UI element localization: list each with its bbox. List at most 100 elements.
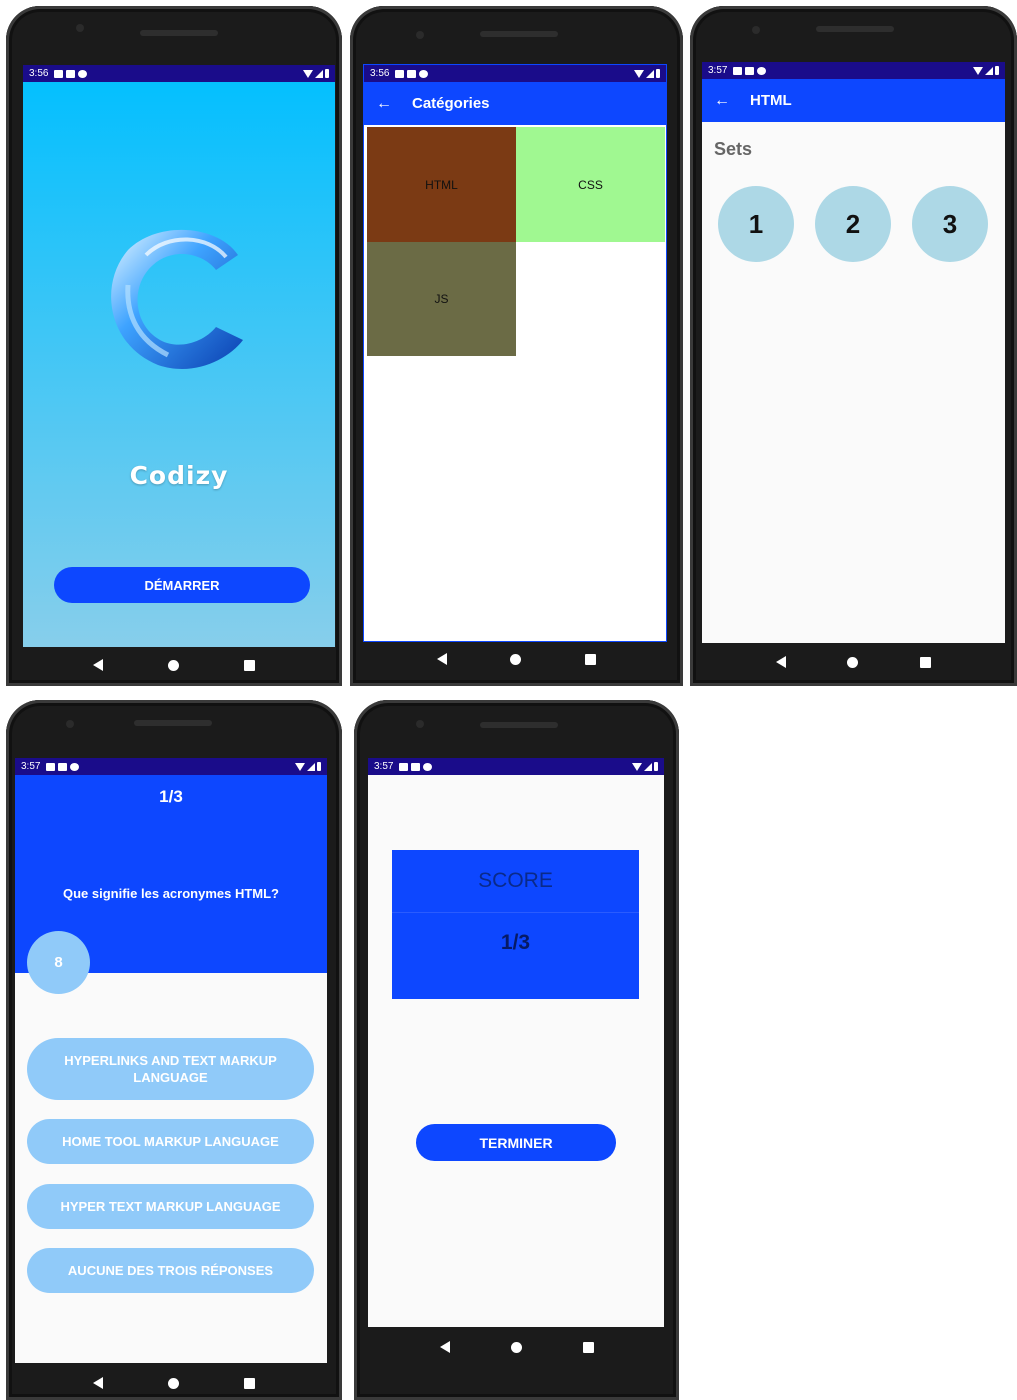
phone-sets: 3:57 ← HTML Sets 1 2 3 — [690, 6, 1017, 686]
status-time: 3:57 — [374, 761, 394, 772]
phone-categories: 3:56 ← Catégories HTML CSS JS — [350, 6, 683, 686]
set-button-1[interactable]: 1 — [718, 186, 794, 262]
triangle-back-icon[interactable] — [93, 1377, 104, 1389]
notification-icon — [78, 69, 88, 78]
answer-button-4[interactable]: AUCUNE DES TROIS RÉPONSES — [27, 1248, 314, 1293]
battery-icon — [325, 69, 329, 78]
circle-home-icon[interactable] — [167, 1377, 179, 1389]
square-recent-icon[interactable] — [582, 1341, 594, 1353]
square-recent-icon[interactable] — [920, 656, 932, 668]
signal-icon — [646, 69, 654, 78]
circle-home-icon[interactable] — [847, 656, 859, 668]
answer-button-2[interactable]: HOME TOOL MARKUP LANGUAGE — [27, 1119, 314, 1164]
system-nav-bar — [6, 1372, 342, 1394]
system-nav-bar — [350, 648, 683, 670]
question-text: Que signifie les acronymes HTML? — [63, 886, 279, 901]
system-nav-bar — [690, 651, 1017, 673]
triangle-back-icon[interactable] — [93, 659, 104, 671]
question-progress: 1/3 — [159, 787, 183, 806]
notification-icon — [419, 69, 429, 78]
notification-icon — [70, 762, 80, 771]
arrow-left-icon[interactable]: ← — [714, 92, 730, 110]
wifi-icon — [634, 69, 644, 78]
arrow-left-icon[interactable]: ← — [376, 95, 392, 113]
battery-icon — [995, 66, 999, 75]
start-button[interactable]: DÉMARRER — [54, 567, 310, 603]
square-recent-icon[interactable] — [243, 1377, 255, 1389]
status-time: 3:56 — [370, 68, 390, 79]
status-bar: 3:56 — [364, 65, 666, 82]
speaker-grille — [140, 30, 218, 36]
phone-splash: 3:56 Codizy DÉMARRER — [6, 6, 342, 686]
wifi-icon — [295, 762, 305, 771]
categories-screen: 3:56 ← Catégories HTML CSS JS — [363, 64, 667, 642]
status-indicators — [295, 762, 321, 771]
category-tile-html[interactable]: HTML — [367, 127, 516, 242]
triangle-back-icon[interactable] — [439, 1341, 450, 1353]
status-bar: 3:57 — [15, 758, 327, 775]
status-time: 3:57 — [708, 65, 728, 76]
status-indicators — [634, 69, 660, 78]
front-camera — [76, 24, 84, 32]
wifi-icon — [973, 66, 983, 75]
phone-question: 3:57 1/3 Que signifie les acronymes HTML… — [6, 700, 342, 1400]
score-screen: 3:57 SCORE 1/3 TERMINER — [368, 758, 664, 1327]
category-tile-js[interactable]: JS — [367, 242, 516, 356]
status-bar: 3:56 — [23, 65, 335, 82]
triangle-back-icon[interactable] — [436, 653, 447, 665]
square-recent-icon[interactable] — [243, 659, 255, 671]
status-indicators — [973, 66, 999, 75]
codizy-logo — [111, 229, 243, 369]
circle-home-icon[interactable] — [510, 1341, 522, 1353]
score-card: SCORE 1/3 — [392, 850, 639, 999]
front-camera — [66, 720, 74, 728]
triangle-back-icon[interactable] — [775, 656, 786, 668]
system-nav-bar — [354, 1336, 679, 1358]
set-number: 2 — [845, 208, 861, 239]
status-time: 3:57 — [21, 761, 41, 772]
finish-button[interactable]: TERMINER — [416, 1124, 616, 1161]
speaker-grille — [816, 26, 894, 32]
signal-icon — [985, 66, 993, 75]
speaker-grille — [480, 722, 558, 728]
system-nav-bar — [6, 654, 342, 676]
circle-home-icon[interactable] — [510, 653, 522, 665]
set-button-2[interactable]: 2 — [815, 186, 891, 262]
square-recent-icon[interactable] — [585, 653, 597, 665]
app-bar: ← HTML — [702, 79, 1005, 122]
notification-icon — [733, 66, 743, 75]
category-tile-css[interactable]: CSS — [516, 127, 665, 242]
tile-label: CSS — [578, 177, 603, 192]
tile-label: HTML — [425, 177, 458, 192]
answer-button-3[interactable]: HYPER TEXT MARKUP LANGUAGE — [27, 1184, 314, 1229]
app-name: Codizy — [129, 461, 229, 490]
status-indicators — [632, 762, 658, 771]
speaker-grille — [134, 720, 212, 726]
timer-value: 8 — [54, 954, 63, 971]
notification-icon — [411, 762, 421, 771]
splash-screen: 3:56 Codizy DÉMARRER — [23, 65, 335, 647]
notification-icon — [423, 762, 433, 771]
set-number: 3 — [942, 208, 958, 239]
page-title: Catégories — [412, 95, 490, 112]
tile-label: JS — [434, 292, 449, 306]
status-bar: 3:57 — [702, 62, 1005, 79]
notification-icon — [745, 66, 755, 75]
wifi-icon — [303, 69, 313, 78]
answer-button-1[interactable]: HYPERLINKS AND TEXT MARKUP LANGUAGE — [27, 1038, 314, 1100]
section-label: Sets — [714, 139, 753, 159]
signal-icon — [307, 762, 315, 771]
circle-home-icon[interactable] — [167, 659, 179, 671]
notification-icon — [66, 69, 76, 78]
phone-score: 3:57 SCORE 1/3 TERMINER — [354, 700, 679, 1400]
speaker-grille — [480, 31, 558, 37]
timer-badge: 8 — [27, 931, 90, 994]
notification-icon — [399, 762, 409, 771]
wifi-icon — [632, 762, 642, 771]
app-bar: ← Catégories — [364, 82, 666, 125]
sets-screen: 3:57 ← HTML Sets 1 2 3 — [702, 62, 1005, 643]
set-button-3[interactable]: 3 — [912, 186, 988, 262]
status-time: 3:56 — [29, 68, 49, 79]
question-screen: 3:57 1/3 Que signifie les acronymes HTML… — [15, 758, 327, 1363]
page-title: HTML — [750, 92, 792, 109]
